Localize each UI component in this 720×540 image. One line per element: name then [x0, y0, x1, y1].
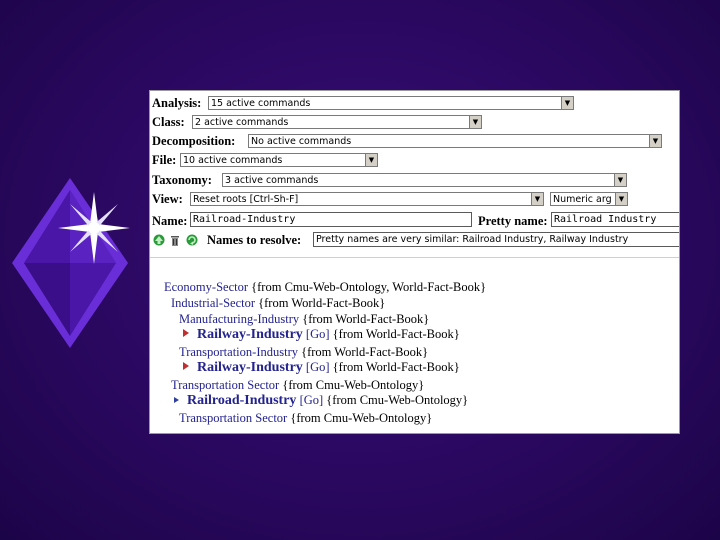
tree-node-link[interactable]: Transportation Sector	[179, 411, 287, 425]
tree-node-link[interactable]: Transportation-Industry	[179, 345, 298, 359]
taxonomy-label: Taxonomy:	[152, 172, 212, 187]
tree-node: Manufacturing-Industry {from World-Fact-…	[179, 312, 429, 327]
tree-node-source: {from Cmu-Web-Ontology}	[290, 411, 433, 425]
name-input[interactable]: Railroad-Industry	[190, 212, 472, 227]
name-label: Name:	[152, 213, 188, 228]
trash-icon[interactable]	[169, 234, 181, 246]
taxonomy-select-value: 3 active commands	[225, 175, 319, 186]
tree-node-link[interactable]: Industrial-Sector	[171, 296, 255, 310]
tree-node-source: {from Cmu-Web-Ontology}	[326, 393, 469, 407]
tree-node: Railway-Industry [Go] {from World-Fact-B…	[183, 327, 460, 343]
sparkle-icon	[58, 192, 130, 264]
file-row: File:	[152, 152, 176, 168]
go-link[interactable]: [Go]	[306, 360, 330, 374]
class-select[interactable]: 2 active commands ▼	[192, 115, 482, 129]
chevron-down-icon: ▼	[649, 135, 661, 147]
tree-node-link[interactable]: Railway-Industry	[197, 360, 303, 375]
pretty-name-label: Pretty name:	[478, 213, 548, 228]
tree-node-link[interactable]: Manufacturing-Industry	[179, 312, 299, 326]
tree-node-source: {from Cmu-Web-Ontology, World-Fact-Book}	[251, 280, 487, 294]
decomposition-select-value: No active commands	[251, 136, 352, 147]
resolve-input[interactable]: Pretty names are very similar: Railroad …	[313, 232, 679, 247]
name-row: Name:	[152, 213, 187, 229]
chevron-down-icon: ▼	[469, 116, 481, 128]
tree-node: Railway-Industry [Go] {from World-Fact-B…	[183, 360, 460, 376]
chevron-down-icon: ▼	[561, 97, 573, 109]
collapse-triangle-icon[interactable]	[174, 397, 179, 403]
tree-node-source: {from World-Fact-Book}	[302, 312, 430, 326]
tree-node-link[interactable]: Transportation Sector	[171, 378, 279, 392]
tree-node: Economy-Sector {from Cmu-Web-Ontology, W…	[164, 280, 486, 295]
tree-node: Transportation Sector {from Cmu-Web-Onto…	[171, 378, 424, 393]
taxonomy-row: Taxonomy:	[152, 172, 212, 188]
view-select-value: Reset roots [Ctrl-Sh-F]	[193, 194, 299, 205]
decomposition-select[interactable]: No active commands ▼	[248, 134, 662, 148]
tree-node-source: {from World-Fact-Book}	[332, 327, 460, 341]
pretty-name-row: Pretty name:	[478, 213, 548, 229]
refresh-icon[interactable]	[186, 234, 198, 246]
chevron-down-icon: ▼	[614, 174, 626, 186]
class-label: Class:	[152, 114, 185, 129]
decomposition-row: Decomposition:	[152, 133, 235, 149]
view-row: View:	[152, 191, 183, 207]
pretty-name-input[interactable]: Railroad Industry	[551, 212, 679, 227]
tree-node-link[interactable]: Railroad-Industry	[187, 393, 296, 408]
tree-node-source: {from World-Fact-Book}	[258, 296, 386, 310]
file-select[interactable]: 10 active commands ▼	[180, 153, 378, 167]
view-select[interactable]: Reset roots [Ctrl-Sh-F] ▼	[190, 192, 544, 206]
expand-triangle-icon[interactable]	[183, 362, 189, 370]
analysis-row: Analysis:	[152, 95, 201, 111]
tree-node: Transportation Sector {from Cmu-Web-Onto…	[179, 411, 432, 426]
file-select-value: 10 active commands	[183, 155, 283, 166]
chevron-down-icon: ▼	[615, 193, 627, 205]
numeric-arg-value: Numeric arg	[553, 194, 612, 205]
analysis-select[interactable]: 15 active commands ▼	[208, 96, 574, 110]
tree-node: Industrial-Sector {from World-Fact-Book}	[171, 296, 385, 311]
chevron-down-icon: ▼	[365, 154, 377, 166]
resolve-row: Names to resolve:	[207, 232, 301, 248]
tree-node-source: {from World-Fact-Book}	[332, 360, 460, 374]
tree-node-source: {from Cmu-Web-Ontology}	[282, 378, 425, 392]
go-link[interactable]: [Go]	[306, 327, 330, 341]
up-arrow-icon[interactable]	[153, 234, 165, 246]
class-select-value: 2 active commands	[195, 117, 289, 128]
tree-node-link[interactable]: Economy-Sector	[164, 280, 248, 294]
file-label: File:	[152, 152, 177, 167]
go-link[interactable]: [Go]	[300, 393, 324, 407]
view-label: View:	[152, 191, 183, 206]
analysis-label: Analysis:	[152, 95, 202, 110]
taxonomy-select[interactable]: 3 active commands ▼	[222, 173, 627, 187]
numeric-arg-select[interactable]: Numeric arg ▼	[550, 192, 628, 206]
class-row: Class:	[152, 114, 185, 130]
analysis-select-value: 15 active commands	[211, 98, 311, 109]
tree-node-link[interactable]: Railway-Industry	[197, 327, 303, 342]
divider	[150, 257, 679, 258]
tree-node: Transportation-Industry {from World-Fact…	[179, 345, 428, 360]
chevron-down-icon: ▼	[531, 193, 543, 205]
decomposition-label: Decomposition:	[152, 133, 236, 148]
tree-node: Railroad-Industry [Go] {from Cmu-Web-Ont…	[174, 393, 468, 409]
resolve-label: Names to resolve:	[207, 232, 302, 247]
ontology-browser-panel: Analysis: 15 active commands ▼ Class: 2 …	[149, 90, 680, 434]
expand-triangle-icon[interactable]	[183, 329, 189, 337]
tree-node-source: {from World-Fact-Book}	[301, 345, 429, 359]
